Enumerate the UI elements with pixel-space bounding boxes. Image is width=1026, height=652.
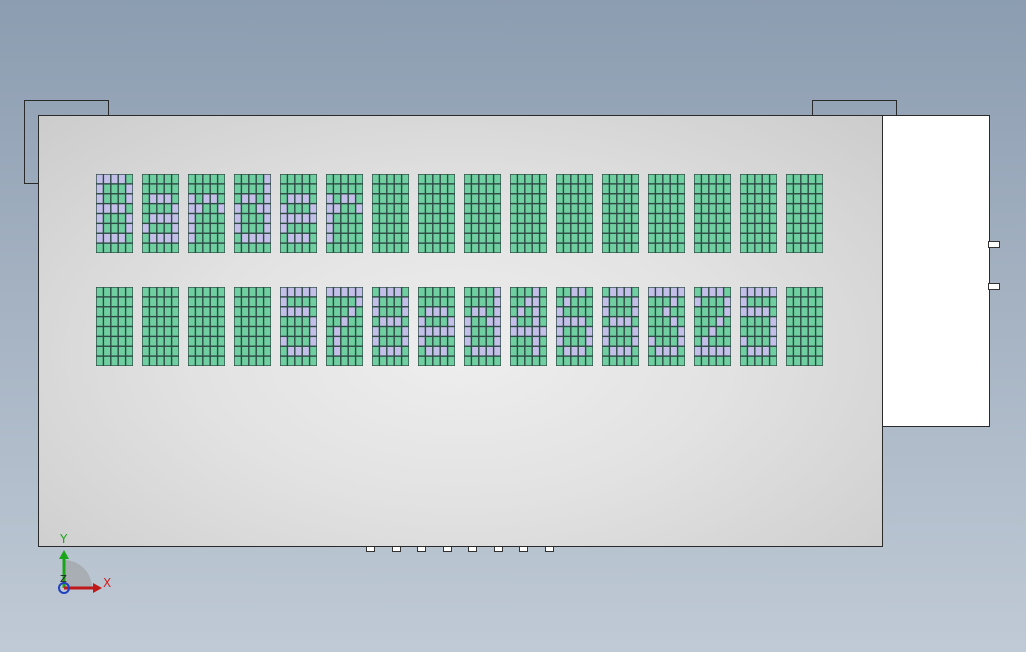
- pixel-matrix: [234, 287, 271, 366]
- lcd-character-cell: [372, 287, 409, 366]
- pixel-matrix: [694, 287, 731, 366]
- pixel-matrix: [556, 287, 593, 366]
- pixel-matrix: [142, 287, 179, 366]
- pixel-matrix: [188, 174, 225, 253]
- lcd-character-cell: [648, 287, 685, 366]
- lcd-character-cell: [556, 174, 593, 253]
- pixel-matrix: [694, 174, 731, 253]
- side-pin: [988, 283, 1000, 290]
- pixel-matrix: [326, 287, 363, 366]
- lcd-character-cell: [234, 287, 271, 366]
- pixel-matrix: [372, 174, 409, 253]
- lcd-character-cell: [510, 174, 547, 253]
- pixel-matrix: [510, 174, 547, 253]
- lcd-character-cell: [602, 287, 639, 366]
- lcd-character-cell: [510, 287, 547, 366]
- y-axis-arrowhead: [59, 550, 69, 559]
- pixel-matrix: [648, 174, 685, 253]
- lcd-character-cell: [234, 174, 271, 253]
- lcd-character-cell: [786, 287, 823, 366]
- x-axis-label: X: [103, 576, 112, 590]
- pixel-matrix: [464, 174, 501, 253]
- lcd-character-cell: [740, 287, 777, 366]
- pixel-matrix: [96, 287, 133, 366]
- pixel-matrix: [188, 287, 225, 366]
- lcd-character-cell: [648, 174, 685, 253]
- lcd-character-cell: [326, 174, 363, 253]
- lcd-character-cell: [142, 287, 179, 366]
- model-viewport[interactable]: Y X Z: [0, 0, 1026, 652]
- pixel-matrix: [740, 174, 777, 253]
- pixel-matrix: [510, 287, 547, 366]
- pixel-matrix: [740, 287, 777, 366]
- lcd-character-cell: [556, 287, 593, 366]
- lcd-character-cell: [142, 174, 179, 253]
- lcd-character-cell: [96, 287, 133, 366]
- x-axis-arrowhead: [93, 583, 102, 593]
- lcd-character-cell: [280, 174, 317, 253]
- pixel-matrix: [602, 174, 639, 253]
- lcd-character-cell: [372, 174, 409, 253]
- pixel-matrix: [142, 174, 179, 253]
- pixel-matrix: [280, 287, 317, 366]
- y-axis-label: Y: [60, 532, 68, 546]
- z-axis-label: Z: [60, 574, 67, 585]
- pixel-matrix: [234, 174, 271, 253]
- pixel-matrix: [418, 174, 455, 253]
- pixel-matrix: [96, 174, 133, 253]
- lcd-character-cell: [464, 287, 501, 366]
- pixel-matrix: [372, 287, 409, 366]
- side-pin: [988, 241, 1000, 248]
- pixel-matrix: [280, 174, 317, 253]
- lcd-character-cell: [694, 287, 731, 366]
- pixel-matrix: [556, 174, 593, 253]
- pixel-matrix: [326, 174, 363, 253]
- lcd-character-cell: [188, 174, 225, 253]
- lcd-character-cell: [280, 287, 317, 366]
- pixel-matrix: [648, 287, 685, 366]
- lcd-character-cell: [96, 174, 133, 253]
- lcd-character-cell: [740, 174, 777, 253]
- lcd-character-cell: [786, 174, 823, 253]
- lcd-character-cell: [188, 287, 225, 366]
- lcd-character-cell: [326, 287, 363, 366]
- pixel-matrix: [786, 287, 823, 366]
- pixel-matrix: [418, 287, 455, 366]
- lcd-character-cell: [418, 174, 455, 253]
- backlight-housing: [880, 115, 990, 427]
- pixel-matrix: [786, 174, 823, 253]
- pixel-matrix: [464, 287, 501, 366]
- lcd-character-cell: [694, 174, 731, 253]
- lcd-character-cell: [602, 174, 639, 253]
- pixel-matrix: [602, 287, 639, 366]
- lcd-character-cell: [418, 287, 455, 366]
- lcd-character-cell: [464, 174, 501, 253]
